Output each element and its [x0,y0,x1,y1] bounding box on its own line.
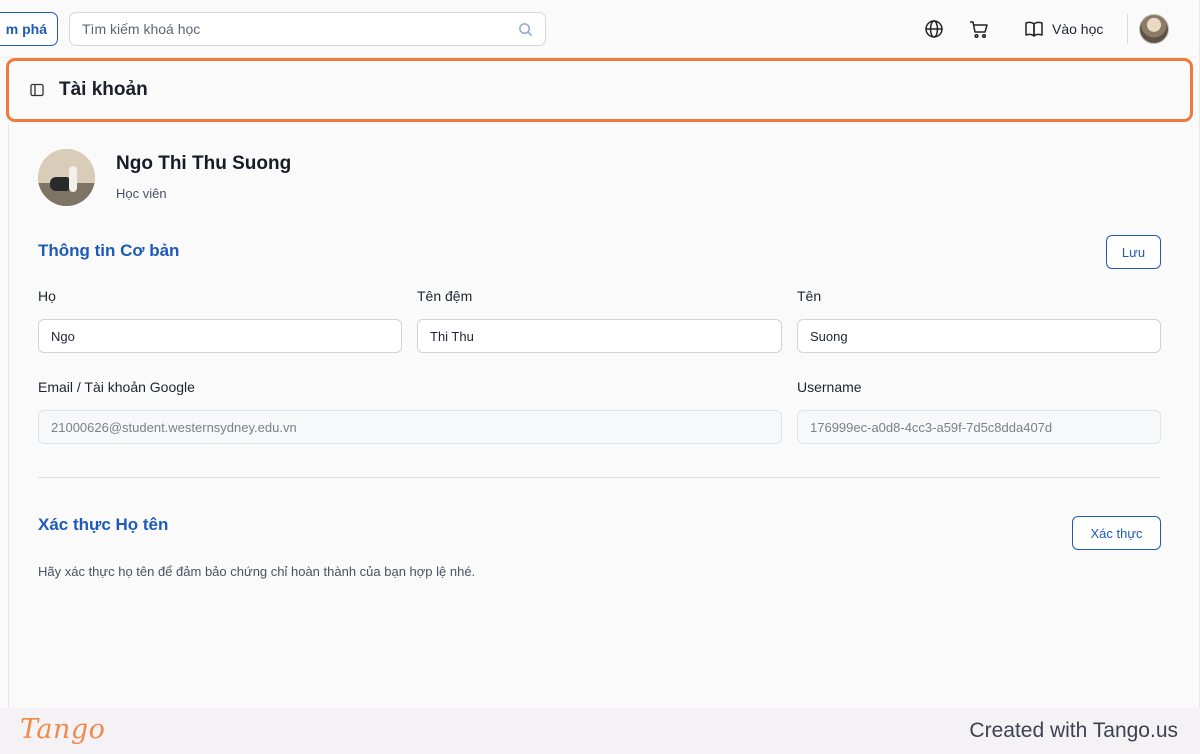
email-value: 21000626@student.westernsydney.edu.vn [51,419,297,435]
verify-hint: Hãy xác thực họ tên để đảm bảo chứng chỉ… [38,564,476,579]
app-window: m phá Vào học Tài khoản [0,0,1200,708]
middle-name-label: Tên đệm [417,288,473,304]
first-name-input[interactable] [810,328,1160,344]
top-bar: m phá Vào học [0,0,1196,58]
cart-icon[interactable] [968,18,990,40]
last-name-label: Họ [38,288,56,304]
book-icon [1025,21,1043,37]
middle-name-input[interactable] [430,328,781,344]
verify-title: Xác thực Họ tên [38,515,169,534]
divider [8,124,9,708]
first-name-label: Tên [797,288,822,304]
profile-avatar [38,149,95,206]
globe-icon[interactable] [923,18,945,40]
username-label: Username [797,379,862,395]
learn-label: Vào học [1052,21,1104,37]
sidebar-toggle-icon[interactable] [29,82,45,98]
last-name-field[interactable] [38,319,402,353]
username-field: 176999ec-a0d8-4cc3-a59f-7d5c8dda407d [797,410,1161,444]
explore-button[interactable]: m phá [0,12,58,46]
learn-link[interactable]: Vào học [1024,14,1103,44]
basic-info-title: Thông tin Cơ bản [38,241,180,260]
divider [1127,14,1128,44]
save-button[interactable]: Lưu [1106,235,1161,269]
email-field: 21000626@student.westernsydney.edu.vn [38,410,782,444]
account-header: Tài khoản [6,58,1193,122]
last-name-input[interactable] [51,328,401,344]
email-label: Email / Tài khoản Google [38,379,195,395]
verify-button[interactable]: Xác thực [1072,516,1161,550]
page-title: Tài khoản [59,79,148,100]
username-value: 176999ec-a0d8-4cc3-a59f-7d5c8dda407d [810,419,1053,435]
search-box[interactable] [69,12,546,46]
search-icon[interactable] [518,22,533,37]
profile-role: Học viên [116,186,167,201]
search-input[interactable] [82,13,502,45]
avatar[interactable] [1139,14,1169,44]
profile-name: Ngo Thi Thu Suong [116,153,292,174]
first-name-field[interactable] [797,319,1161,353]
footer: Tango Created with Tango.us [0,708,1200,754]
footer-credit: Created with Tango.us [969,719,1178,742]
divider [38,477,1161,478]
tango-logo: Tango [20,714,106,745]
middle-name-field[interactable] [417,319,782,353]
